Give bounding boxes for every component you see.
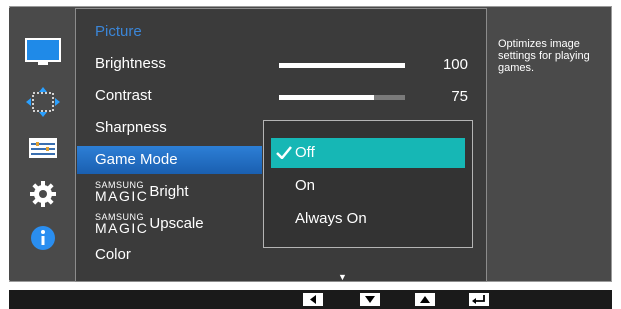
menu-item-brightness[interactable]: Brightness <box>77 50 262 78</box>
menu-item-contrast[interactable]: Contrast <box>77 82 262 110</box>
option-always-on[interactable]: Always On <box>271 204 465 234</box>
menu-panel: Picture Brightness 100 Contrast 75 Sharp… <box>75 8 487 282</box>
menu-item-magic-upscale[interactable]: SAMSUNG MAGIC Upscale <box>77 210 262 238</box>
monitor-icon[interactable] <box>23 36 63 68</box>
gear-icon[interactable] <box>23 178 63 210</box>
contrast-slider[interactable] <box>279 95 405 100</box>
down-arrow-icon[interactable] <box>360 293 380 306</box>
info-icon[interactable] <box>23 222 63 254</box>
menu-header: Picture <box>95 23 142 40</box>
menu-item-label: Sharpness <box>95 119 167 136</box>
menu-item-magic-bright[interactable]: SAMSUNG MAGIC Bright <box>77 178 262 206</box>
option-label: Off <box>295 144 315 161</box>
brightness-slider[interactable] <box>279 63 405 68</box>
menu-item-label: Brightness <box>95 55 166 72</box>
brightness-slider-fill <box>279 63 405 68</box>
description-panel: Optimizes image settings for playing gam… <box>488 8 610 280</box>
scroll-down-icon[interactable]: ▼ <box>338 272 347 282</box>
category-icon-bar <box>9 8 75 280</box>
menu-item-label: Game Mode <box>95 151 178 168</box>
navigation-key-bar <box>9 290 612 309</box>
menu-item-label: Contrast <box>95 87 152 104</box>
samsung-magic-logo: SAMSUNG MAGIC <box>95 212 149 237</box>
menu-item-label: Color <box>95 246 131 263</box>
check-icon <box>276 146 292 159</box>
samsung-magic-logo: SAMSUNG MAGIC <box>95 180 149 205</box>
game-mode-options-popup: Off On Always On <box>263 120 473 248</box>
contrast-slider-fill <box>279 95 374 100</box>
enter-icon[interactable] <box>469 293 489 306</box>
settings-panel-icon[interactable] <box>23 132 63 164</box>
option-off[interactable]: Off <box>271 138 465 168</box>
menu-item-label: Upscale <box>149 215 204 232</box>
menu-item-sharpness[interactable]: Sharpness <box>77 114 262 142</box>
option-on[interactable]: On <box>271 171 465 201</box>
description-text: Optimizes image settings for playing gam… <box>498 38 590 74</box>
brightness-value: 100 <box>442 56 468 73</box>
left-arrow-icon[interactable] <box>303 293 323 306</box>
contrast-value: 75 <box>451 88 468 105</box>
option-label: Always On <box>295 210 367 227</box>
up-arrow-icon[interactable] <box>415 293 435 306</box>
option-label: On <box>295 177 316 194</box>
menu-item-label: Bright <box>149 183 189 200</box>
resize-icon[interactable] <box>23 86 63 118</box>
menu-item-color[interactable]: Color <box>77 241 262 269</box>
menu-item-game-mode[interactable]: Game Mode <box>77 146 262 174</box>
